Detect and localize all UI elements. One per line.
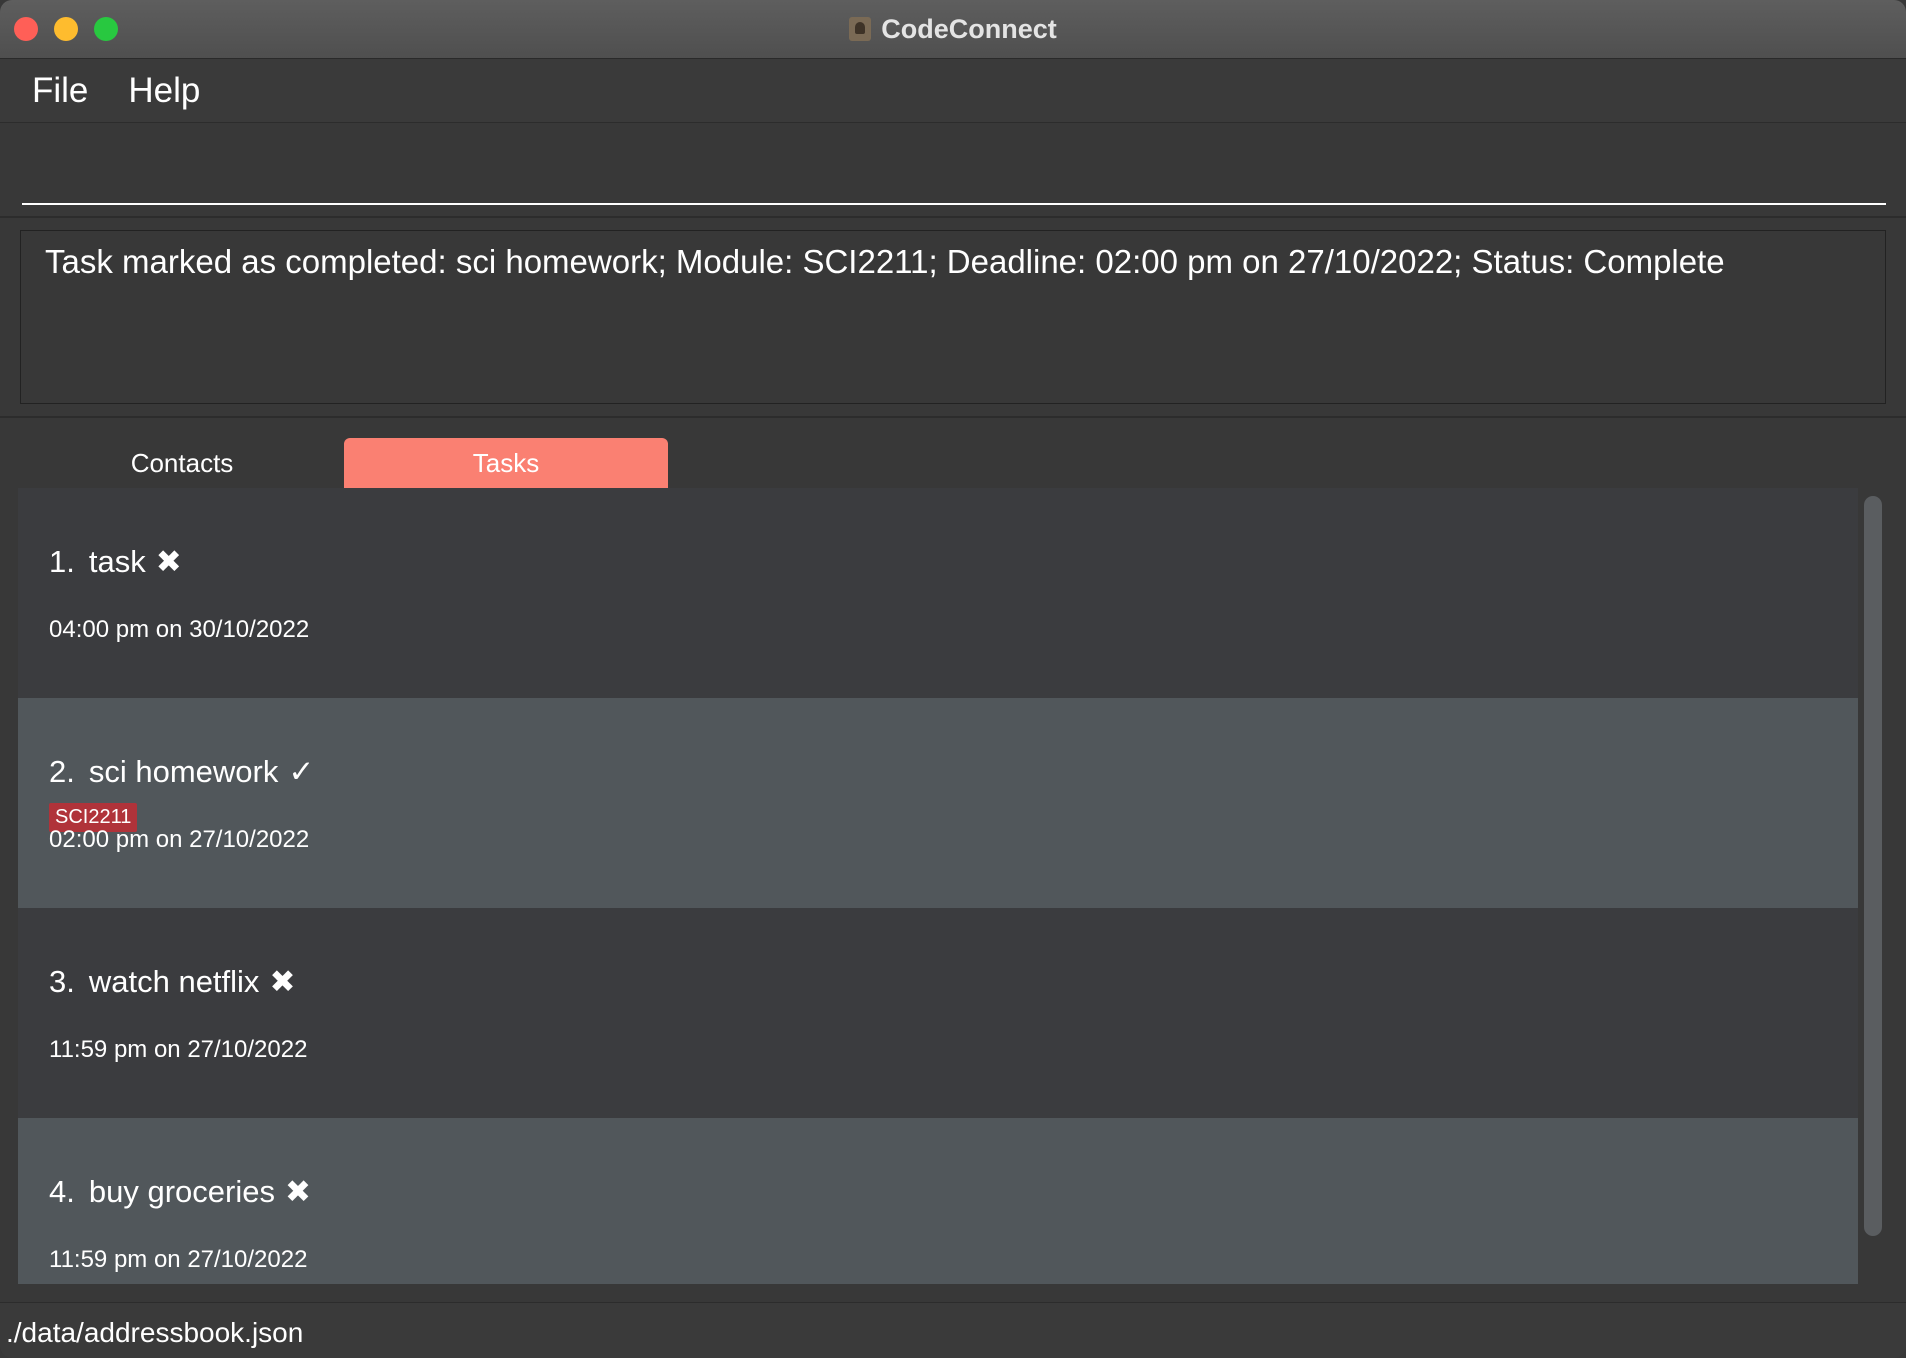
task-deadline: 04:00 pm on 30/10/2022	[49, 616, 310, 643]
app-window: CodeConnect File Help Task marked as com…	[0, 0, 1906, 1358]
menu-help[interactable]: Help	[128, 71, 200, 111]
command-box-area	[0, 123, 1906, 218]
app-icon	[849, 17, 872, 41]
incomplete-cross-icon: ✖	[269, 964, 296, 999]
task-index: 3.	[49, 964, 75, 999]
title-bar: CodeConnect	[0, 0, 1906, 59]
window-title-group: CodeConnect	[0, 0, 1906, 58]
tab-bar: Contacts Tasks	[0, 418, 1906, 488]
incomplete-cross-icon: ✖	[155, 544, 182, 579]
incomplete-cross-icon: ✖	[284, 1174, 311, 1209]
task-name: sci homework	[88, 754, 279, 789]
task-name: watch netflix	[88, 964, 260, 999]
window-title: CodeConnect	[881, 13, 1057, 44]
task-title: 4. buy groceries ✖	[49, 1174, 311, 1210]
task-title: 2. sci homework ✓	[49, 754, 314, 790]
menu-bar: File Help	[0, 59, 1906, 123]
command-input[interactable]	[22, 141, 1886, 205]
task-name: buy groceries	[88, 1174, 275, 1209]
result-display-area: Task marked as completed: sci homework; …	[0, 218, 1906, 418]
task-list-item[interactable]: 2. sci homework ✓ SCI2211 02:00 pm on 27/1…	[18, 698, 1858, 908]
task-deadline: 02:00 pm on 27/10/2022	[49, 826, 310, 853]
task-list-item[interactable]: 3. watch netflix ✖ 11:59 pm on 27/10/2022	[18, 908, 1858, 1118]
task-title: 3. watch netflix ✖	[49, 964, 295, 1000]
task-name: task	[88, 544, 146, 579]
task-index: 4.	[49, 1174, 75, 1209]
task-list-item[interactable]: 4. buy groceries ✖ 11:59 pm on 27/10/2022	[18, 1118, 1858, 1284]
tab-tasks[interactable]: Tasks	[344, 438, 668, 488]
tab-contacts[interactable]: Contacts	[20, 438, 344, 488]
complete-check-icon: ✓	[288, 754, 315, 789]
task-deadline: 11:59 pm on 27/10/2022	[49, 1246, 308, 1273]
task-deadline: 11:59 pm on 27/10/2022	[49, 1036, 308, 1063]
status-bar: ./data/addressbook.json	[0, 1302, 1906, 1358]
task-list[interactable]: 1. task ✖ 04:00 pm on 30/10/2022 2. sci hom…	[18, 488, 1858, 1284]
result-display-box: Task marked as completed: sci homework; …	[20, 230, 1886, 404]
task-list-item[interactable]: 1. task ✖ 04:00 pm on 30/10/2022	[18, 488, 1858, 698]
task-index: 1.	[49, 544, 75, 579]
task-index: 2.	[49, 754, 75, 789]
result-message: Task marked as completed: sci homework; …	[45, 243, 1725, 280]
task-title: 1. task ✖	[49, 544, 182, 580]
task-list-scrollbar[interactable]	[1862, 496, 1884, 1236]
menu-file[interactable]: File	[32, 71, 88, 111]
scrollbar-thumb[interactable]	[1864, 496, 1882, 1236]
data-file-path: ./data/addressbook.json	[6, 1317, 304, 1348]
